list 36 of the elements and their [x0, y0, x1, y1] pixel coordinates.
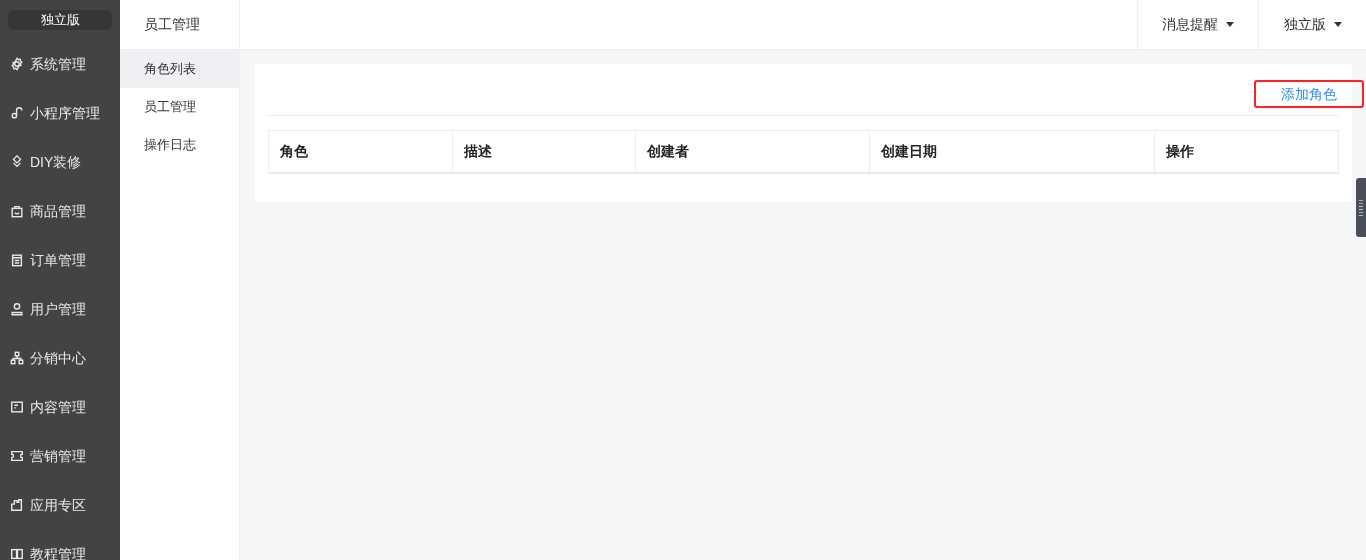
column-header[interactable]: 角色: [280, 141, 308, 162]
calendar-icon: [10, 253, 24, 267]
bag-icon: [10, 204, 24, 218]
sidebar-item[interactable]: 商品管理: [0, 186, 120, 236]
column-header[interactable]: 操作: [1166, 141, 1194, 162]
column-header[interactable]: 描述: [464, 141, 492, 162]
sidebar-item[interactable]: 系统管理: [0, 39, 120, 89]
diamond-icon: [10, 155, 24, 169]
submenu-title: 员工管理: [144, 15, 200, 34]
column-header[interactable]: 创建者: [647, 141, 689, 162]
sidebar-item[interactable]: DIY装修: [0, 137, 120, 187]
document-icon: [10, 400, 24, 414]
sidebar-item[interactable]: 内容管理: [0, 382, 120, 432]
gear-icon: [10, 57, 24, 71]
ticket-icon: [10, 449, 24, 463]
sidebar-item[interactable]: 营销管理: [0, 431, 120, 481]
user-icon: [10, 302, 24, 316]
sidebar-item[interactable]: 应用专区: [0, 480, 120, 530]
sidebar-item[interactable]: 分销中心: [0, 333, 120, 383]
column-header[interactable]: 创建日期: [881, 141, 937, 162]
sidebar-item[interactable]: 小程序管理: [0, 88, 120, 138]
brand-label[interactable]: 独立版: [8, 10, 112, 30]
book-icon: [10, 547, 24, 560]
sidebar-item[interactable]: 用户管理: [0, 284, 120, 334]
submenu-item[interactable]: 角色列表: [120, 50, 239, 88]
link-icon: [10, 106, 24, 120]
caret-icon: [1226, 22, 1234, 27]
sidebar-item[interactable]: 教程管理: [0, 529, 120, 560]
add-role-link[interactable]: 添加角色: [1254, 80, 1364, 108]
caret-icon: [1333, 22, 1342, 27]
puzzle-icon: [10, 498, 24, 512]
dropdown-menu[interactable]: 消息提醒: [1137, 0, 1258, 49]
dropdown-menu[interactable]: 独立版: [1258, 0, 1366, 49]
sidebar-item[interactable]: 订单管理: [0, 235, 120, 285]
side-handle[interactable]: [1356, 178, 1366, 237]
hierarchy-icon: [10, 351, 24, 365]
